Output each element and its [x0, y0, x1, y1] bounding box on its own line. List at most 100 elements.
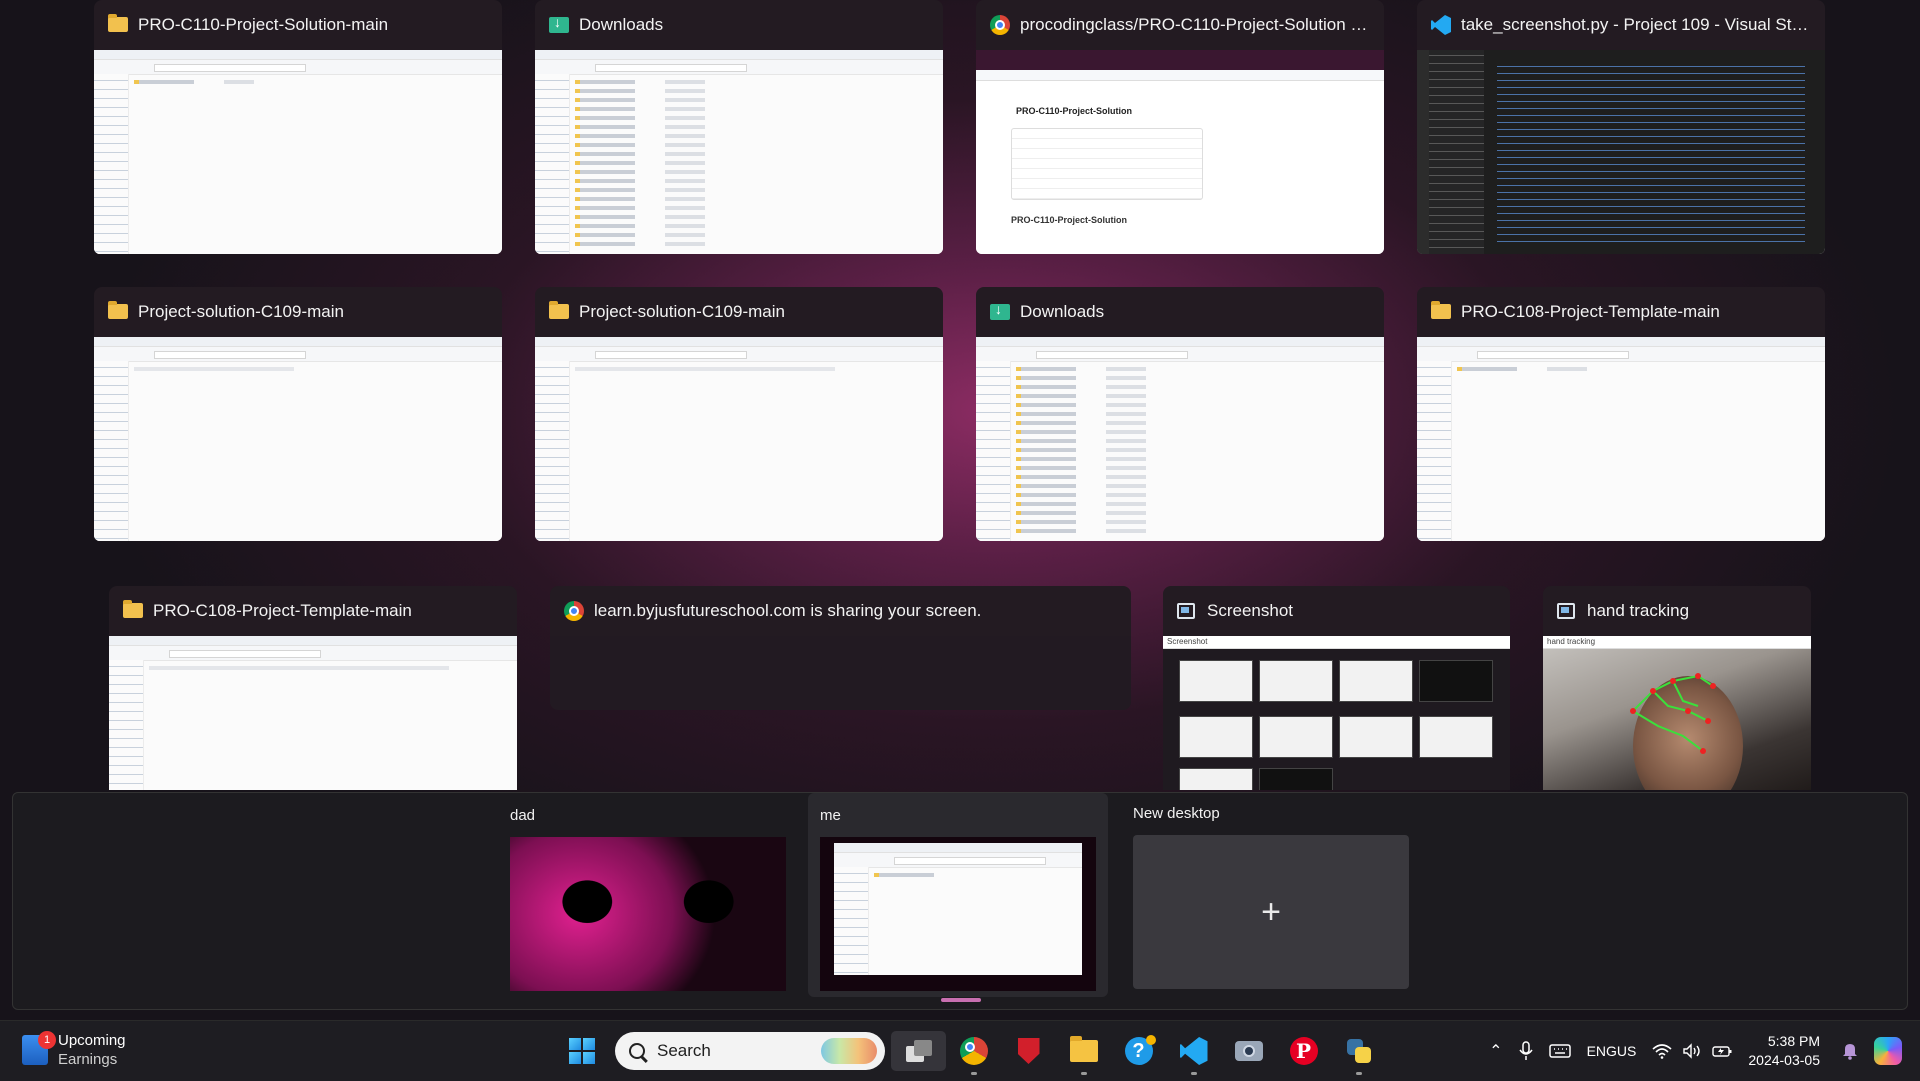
window-thumbnail[interactable]: Project-solution-C109-main [535, 287, 943, 541]
window-header: Downloads [535, 0, 943, 50]
window-thumbnail[interactable]: PRO-C110-Project-Solution-main [94, 0, 502, 254]
window-header: hand tracking [1543, 586, 1811, 636]
window-header: Project-solution-C109-main [94, 287, 502, 337]
file-explorer-taskbar-button[interactable] [1056, 1031, 1111, 1075]
window-preview [535, 50, 943, 254]
chrome-icon [990, 15, 1010, 35]
active-desktop-indicator [941, 998, 981, 1002]
window-title: hand tracking [1587, 601, 1690, 620]
microphone-button[interactable] [1511, 1021, 1541, 1081]
copilot-button[interactable] [1866, 1021, 1920, 1081]
touch-keyboard-button[interactable] [1541, 1021, 1579, 1081]
window-preview: PRO-C110-Project-Solution PRO-C110-Proje… [976, 50, 1384, 254]
window-title: learn.byjusfutureschool.com is sharing y… [594, 601, 982, 620]
virtual-desktops-panel: dad me New desktop + [12, 792, 1908, 1010]
window-header: PRO-C108-Project-Template-main [109, 586, 517, 636]
folder-icon [108, 301, 128, 322]
readme-heading: PRO-C110-Project-Solution [1011, 215, 1128, 225]
desktop-item-me[interactable]: me [808, 793, 1108, 997]
battery-icon [1712, 1046, 1732, 1057]
window-thumbnail[interactable]: Downloads [976, 287, 1384, 541]
language-indicator[interactable]: ENG US [1579, 1021, 1645, 1081]
folder-icon [123, 600, 143, 621]
language-code: ENG [1586, 1043, 1617, 1059]
snipping-tool-icon [1177, 601, 1197, 621]
task-view-button[interactable] [891, 1031, 946, 1071]
window-preview [94, 337, 502, 541]
window-preview [535, 337, 943, 541]
add-icon: + [1133, 835, 1409, 989]
widget-title: Upcoming [58, 1032, 126, 1049]
camera-taskbar-button[interactable] [1221, 1031, 1276, 1071]
window-title: procodingclass/PRO-C110-Project-Solution… [1020, 15, 1370, 34]
window-thumbnail[interactable]: PRO-C108-Project-Template-main [109, 586, 517, 790]
window-preview [1417, 50, 1825, 254]
downloads-folder-icon [990, 301, 1010, 322]
window-header: PRO-C110-Project-Solution-main [94, 0, 502, 50]
window-thumbnail[interactable]: Screenshot Screenshot [1163, 586, 1510, 790]
window-title: PRO-C108-Project-Template-main [1461, 302, 1720, 321]
python-taskbar-button[interactable] [1331, 1031, 1386, 1075]
help-icon: ? [1124, 1035, 1156, 1065]
window-header: learn.byjusfutureschool.com is sharing y… [550, 586, 1131, 636]
widgets-button[interactable]: 1 Upcoming Earnings [22, 1031, 126, 1069]
window-thumbnail[interactable]: Downloads [535, 0, 943, 254]
window-title: PRO-C110-Project-Solution-main [138, 15, 389, 34]
get-help-taskbar-button[interactable]: ? [1111, 1031, 1166, 1071]
pinterest-taskbar-button[interactable]: P [1276, 1031, 1331, 1071]
window-title: Project-solution-C109-main [579, 302, 785, 321]
mcafee-taskbar-button[interactable] [1001, 1031, 1056, 1071]
window-header: Project-solution-C109-main [535, 287, 943, 337]
bell-icon [1843, 1044, 1857, 1060]
volume-icon [1683, 1043, 1701, 1059]
window-thumbnail[interactable]: hand tracking hand tracking [1543, 586, 1811, 790]
page-heading: PRO-C110-Project-Solution [1016, 106, 1133, 116]
stocks-widget-icon: 1 [22, 1031, 56, 1065]
downloads-folder-icon [549, 14, 569, 35]
task-view-icon [905, 1040, 932, 1062]
window-title: take_screenshot.py - Project 109 - Visua… [1461, 15, 1811, 34]
window-title: Screenshot [1207, 601, 1293, 620]
desktop-item-dad[interactable]: dad [510, 807, 786, 991]
window-thumbnail[interactable]: take_screenshot.py - Project 109 - Visua… [1417, 0, 1825, 254]
notifications-button[interactable] [1834, 1021, 1866, 1081]
search-highlight-image [821, 1038, 877, 1064]
desktop-thumbnail [510, 837, 786, 991]
window-thumbnail[interactable]: procodingclass/PRO-C110-Project-Solution… [976, 0, 1384, 254]
quick-settings-button[interactable] [1644, 1021, 1740, 1081]
window-preview [1417, 337, 1825, 541]
start-button[interactable] [554, 1031, 609, 1071]
desktop-label: me [820, 807, 841, 824]
new-desktop-button[interactable]: New desktop + [1133, 805, 1409, 989]
desktop-label: dad [510, 807, 536, 824]
clock-date: 2024-03-05 [1748, 1052, 1820, 1068]
window-header: Downloads [976, 287, 1384, 337]
search-icon [629, 1043, 645, 1059]
show-hidden-icons-button[interactable]: ⌃ [1481, 1021, 1510, 1081]
window-preview: hand tracking [1543, 636, 1811, 790]
keyboard-layout: US [1616, 1043, 1637, 1059]
vscode-icon [1431, 15, 1451, 35]
task-view: PRO-C110-Project-Solution-main Downloads [0, 0, 1920, 790]
search-box[interactable]: Search [615, 1032, 885, 1070]
wifi-icon [1652, 1044, 1672, 1059]
camera-icon [1234, 1041, 1263, 1061]
desktop-thumbnail [820, 837, 1096, 991]
pinterest-icon: P [1289, 1037, 1318, 1065]
window-preview [109, 636, 517, 790]
window-thumbnail[interactable]: learn.byjusfutureschool.com is sharing y… [550, 586, 1131, 710]
window-title: Downloads [579, 15, 664, 34]
chrome-icon [564, 601, 584, 621]
clock[interactable]: 5:38 PM 2024-03-05 [1740, 1021, 1834, 1081]
window-header: PRO-C108-Project-Template-main [1417, 287, 1825, 337]
vscode-taskbar-button[interactable] [1166, 1031, 1221, 1075]
search-label: Search [657, 1041, 711, 1060]
clock-time: 5:38 PM [1767, 1033, 1820, 1049]
notification-badge: 1 [38, 1031, 56, 1049]
window-thumbnail[interactable]: PRO-C108-Project-Template-main [1417, 287, 1825, 541]
chrome-taskbar-button[interactable] [946, 1031, 1001, 1075]
mcafee-shield-icon [1017, 1038, 1040, 1064]
window-title: Project-solution-C109-main [138, 302, 344, 321]
window-thumbnail[interactable]: Project-solution-C109-main [94, 287, 502, 541]
snipping-tool-icon [1557, 601, 1577, 621]
